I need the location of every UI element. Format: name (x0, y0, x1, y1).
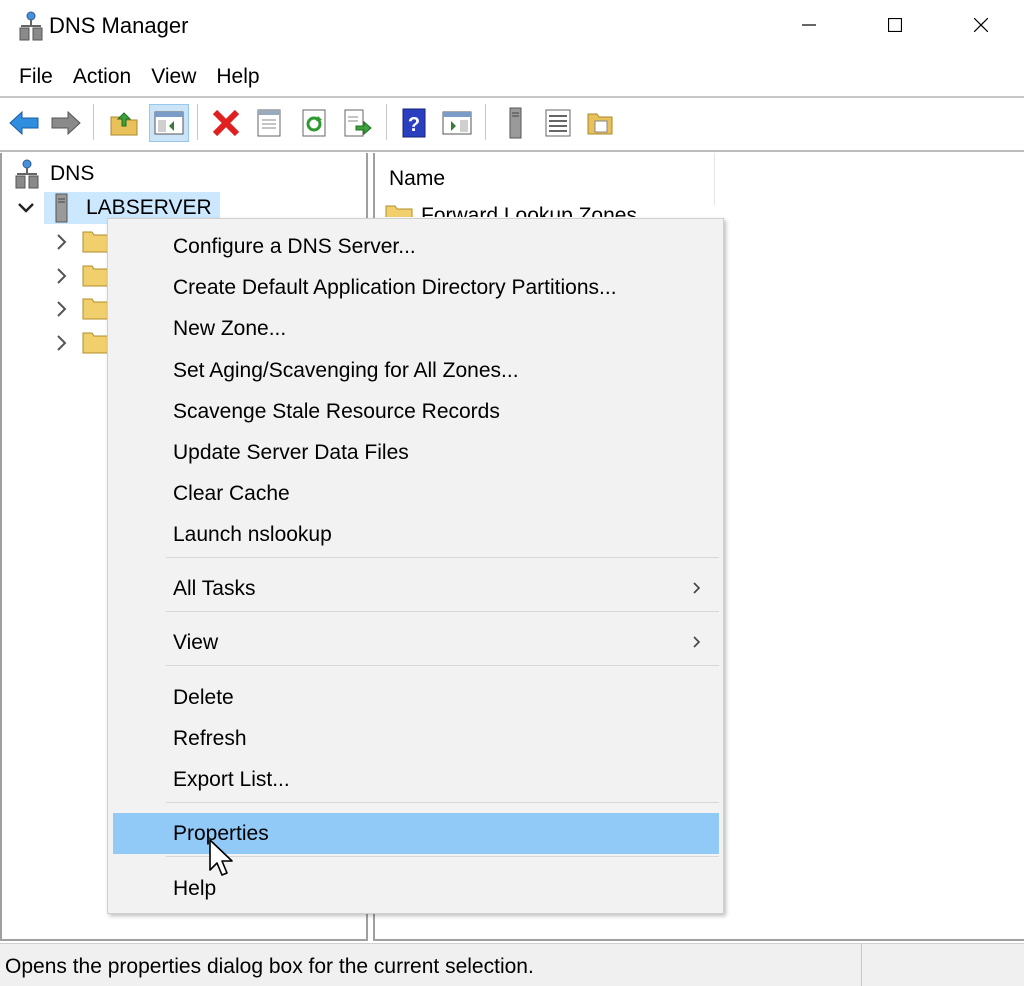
menu-item-launch-nslookup[interactable]: Launch nslookup (113, 514, 719, 555)
menu-item-new-zone[interactable]: New Zone... (113, 308, 719, 349)
minimize-button[interactable] (766, 0, 852, 50)
status-bar: Opens the properties dialog box for the … (0, 943, 1024, 986)
menu-item-view[interactable]: View (113, 622, 719, 663)
properties-icon[interactable] (249, 104, 289, 142)
toolbar-separator (93, 104, 94, 140)
menu-separator (166, 557, 719, 558)
menu-item-create-default-partitions[interactable]: Create Default Application Directory Par… (113, 267, 719, 308)
server-icon (52, 193, 70, 223)
folder-icon[interactable] (580, 104, 620, 142)
folder-icon (82, 263, 110, 292)
folder-icon (82, 296, 110, 325)
menu-item-configure-dns-server[interactable]: Configure a DNS Server... (113, 226, 719, 267)
column-header-label: Name (389, 167, 446, 190)
context-menu: Configure a DNS Server... Create Default… (107, 218, 724, 914)
title-bar: DNS Manager (0, 0, 1024, 54)
menu-item-scavenge-stale-records[interactable]: Scavenge Stale Resource Records (113, 391, 719, 432)
menu-item-properties[interactable]: Properties (113, 813, 719, 854)
menu-item-delete[interactable]: Delete (113, 677, 719, 718)
menu-item-export-list[interactable]: Export List... (113, 759, 719, 800)
toolbar-divider (0, 150, 1024, 152)
folder-icon (82, 330, 110, 359)
toolbar: ? (0, 98, 1024, 148)
menu-item-clear-cache[interactable]: Clear Cache (113, 473, 719, 514)
chevron-right-icon (693, 582, 701, 594)
menu-help[interactable]: Help (206, 58, 269, 96)
chevron-right-icon (693, 636, 701, 648)
menu-item-update-server-data-files[interactable]: Update Server Data Files (113, 432, 719, 473)
menu-item-refresh[interactable]: Refresh (113, 718, 719, 759)
menu-action[interactable]: Action (63, 58, 141, 96)
back-arrow-icon[interactable] (4, 104, 44, 142)
window-title: DNS Manager (49, 13, 189, 38)
forward-arrow-icon[interactable] (46, 104, 86, 142)
toolbar-separator (386, 104, 387, 140)
list-icon[interactable] (538, 104, 578, 142)
mouse-cursor-icon (208, 838, 234, 878)
menu-separator (166, 665, 719, 666)
status-divider (861, 944, 862, 986)
chevron-right-icon[interactable] (52, 266, 72, 286)
tree-label-dns: DNS (50, 162, 95, 185)
list-item[interactable]: Forward Lookup Zones (385, 203, 637, 217)
server-icon[interactable] (495, 104, 535, 142)
menu-separator (166, 856, 719, 857)
column-header-name[interactable]: Name (375, 153, 715, 205)
chevron-right-icon[interactable] (52, 232, 72, 252)
menu-file[interactable]: File (9, 58, 63, 96)
menu-bar: File Action View Help (0, 58, 1024, 96)
svg-text:?: ? (408, 114, 420, 136)
folder-icon (82, 229, 110, 258)
delete-icon[interactable] (206, 104, 246, 142)
chevron-right-icon[interactable] (52, 299, 72, 319)
menu-item-set-aging-scavenging[interactable]: Set Aging/Scavenging for All Zones... (113, 350, 719, 391)
tree-item-dns[interactable]: DNS (14, 157, 94, 191)
menu-separator (166, 611, 719, 612)
list-item-label: Forward Lookup Zones (421, 204, 637, 217)
up-folder-icon[interactable] (104, 104, 144, 142)
toolbar-separator (197, 104, 198, 140)
maximize-button[interactable] (852, 0, 938, 50)
show-hide-action-pane-icon[interactable] (437, 104, 477, 142)
menu-item-all-tasks[interactable]: All Tasks (113, 568, 719, 609)
menu-view[interactable]: View (141, 58, 206, 96)
chevron-right-icon[interactable] (52, 333, 72, 353)
refresh-icon[interactable] (294, 104, 334, 142)
show-hide-console-tree-icon[interactable] (149, 104, 189, 142)
chevron-down-icon[interactable] (16, 198, 36, 218)
export-list-icon[interactable] (337, 104, 377, 142)
menu-item-help[interactable]: Help (113, 868, 719, 909)
close-button[interactable] (938, 0, 1024, 50)
dns-root-icon (14, 159, 40, 189)
menu-separator (166, 802, 719, 803)
toolbar-separator (485, 104, 486, 140)
status-text: Opens the properties dialog box for the … (5, 955, 534, 978)
dns-server-icon (19, 11, 43, 41)
folder-icon (385, 205, 413, 217)
help-icon[interactable]: ? (394, 104, 434, 142)
